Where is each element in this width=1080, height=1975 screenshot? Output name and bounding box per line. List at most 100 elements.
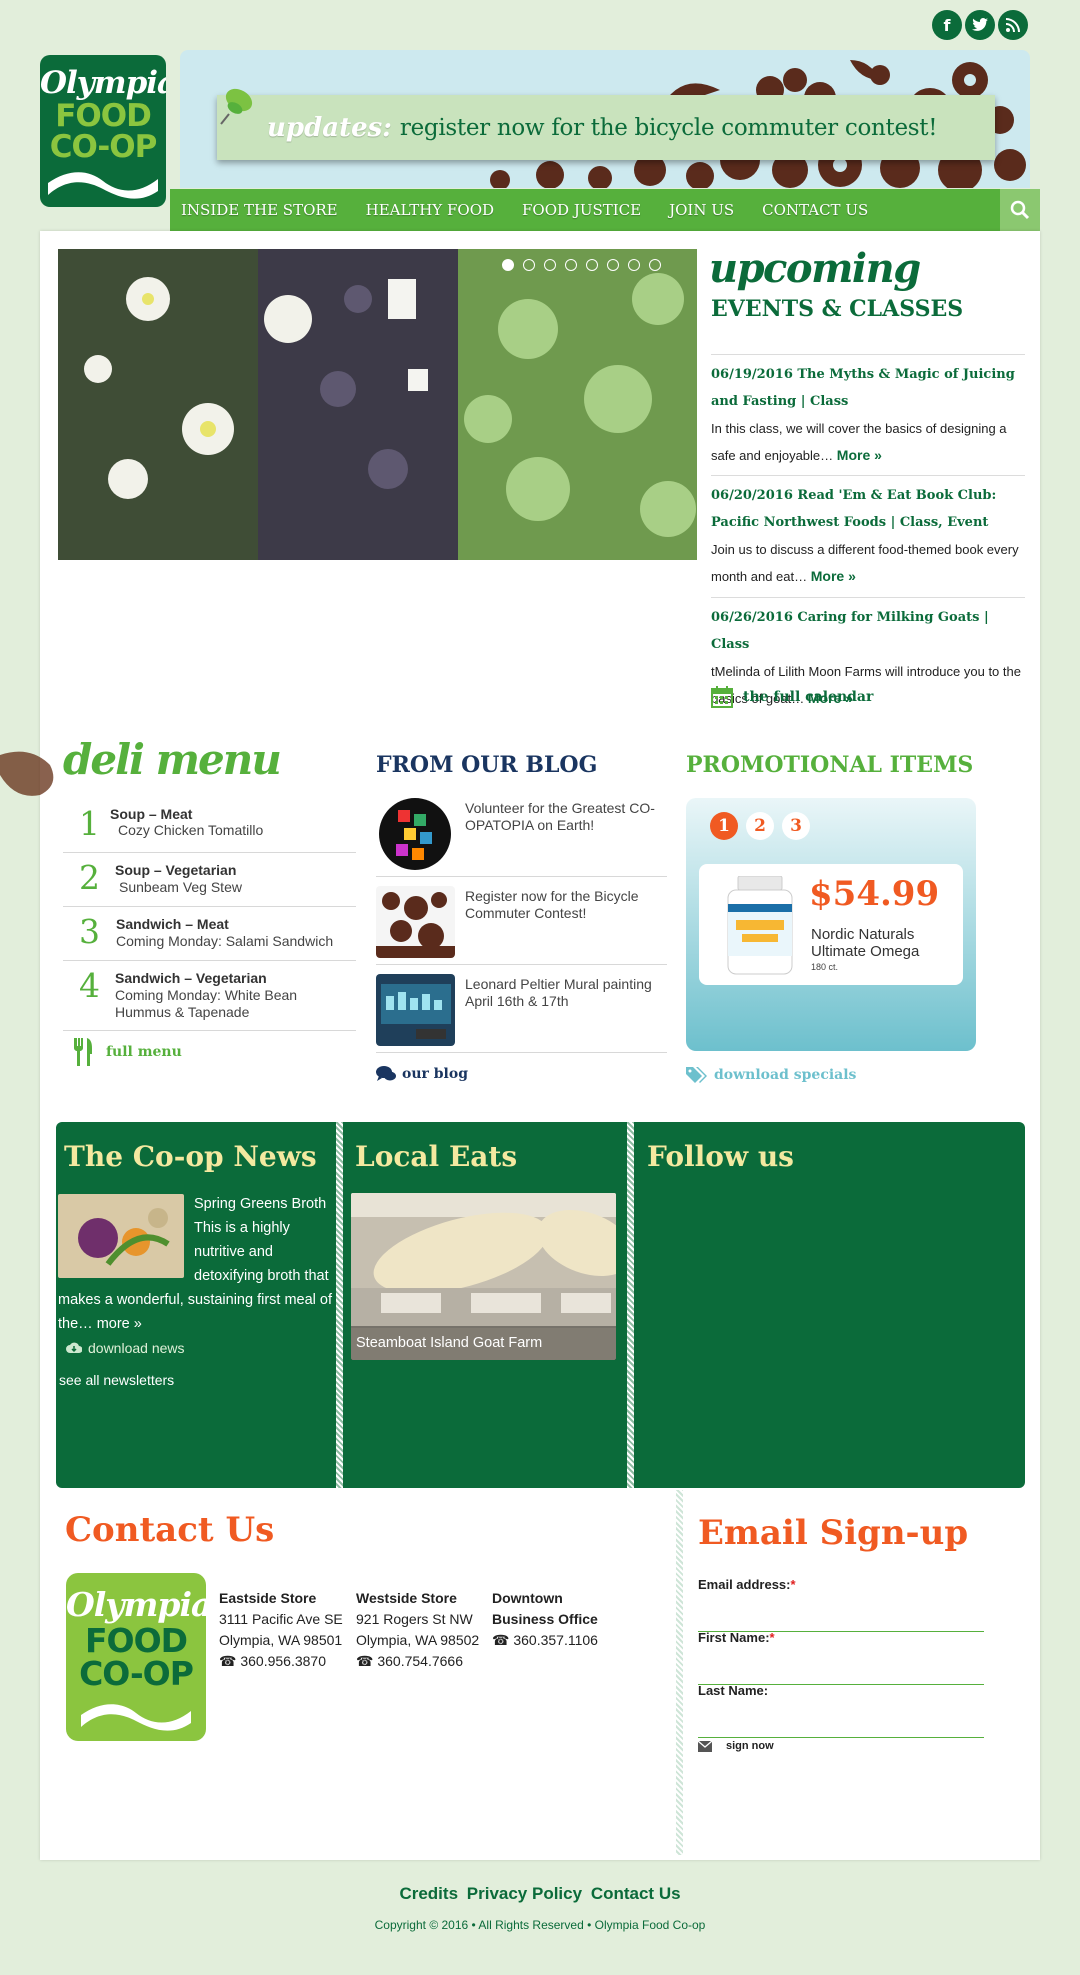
slider-dot[interactable] (502, 259, 514, 271)
slider-dot[interactable] (607, 259, 619, 271)
deli-item-number: 1 (79, 804, 100, 843)
fork-knife-icon (74, 1038, 92, 1066)
footer-link-contact[interactable]: Contact Us (591, 1884, 681, 1903)
promo-product-count: 180 ct. (811, 962, 839, 972)
store-name: Westside Store (356, 1590, 457, 1606)
sign-now-button[interactable]: sign now (698, 1740, 774, 1752)
promo-heading: PROMOTIONAL ITEMS (686, 752, 974, 778)
column-divider (336, 1122, 343, 1488)
event-title[interactable]: 06/26/2016 Caring for Milking Goats | Cl… (711, 604, 1025, 658)
promo-carousel: 1 2 3 $54.99 Nordic Naturals Ultimate Om… (686, 798, 976, 1051)
main-nav: INSIDE THE STORE HEALTHY FOOD FOOD JUSTI… (170, 189, 1000, 231)
store-name: Eastside Store (219, 1590, 317, 1606)
nav-inside-the-store[interactable]: INSIDE THE STORE (181, 201, 338, 219)
nav-food-justice[interactable]: FOOD JUSTICE (522, 201, 641, 219)
blog-item[interactable]: Register now for the Bicycle Commuter Co… (376, 876, 667, 965)
slider-dot[interactable] (649, 259, 661, 271)
blog-item-title[interactable]: Volunteer for the Greatest CO-OPATOPIA o… (465, 800, 665, 834)
slider-dot[interactable] (523, 259, 535, 271)
event-more-link[interactable]: More » (811, 568, 856, 584)
calendar-icon (711, 686, 733, 708)
facebook-icon[interactable]: f (932, 10, 962, 40)
email-label: Email address:* (698, 1577, 796, 1592)
hero-slider[interactable] (58, 249, 697, 560)
promo-product-name: Nordic Naturals Ultimate Omega (811, 926, 920, 960)
store-address-line: 3111 Pacific Ave SE (219, 1611, 343, 1627)
store-phone[interactable]: 360.754.7666 (377, 1653, 463, 1669)
deli-item-name: Cozy Chicken Tomatillo (118, 822, 264, 838)
pushpin-icon (220, 88, 253, 125)
deli-item-category: Soup – Vegetarian (115, 862, 237, 878)
local-eats-caption[interactable]: Steamboat Island Goat Farm (351, 1326, 616, 1360)
event-title[interactable]: 06/19/2016 The Myths & Magic of Juicing … (711, 361, 1025, 415)
store-downtown-office: Downtown Business Office ☎ 360.357.1106 (492, 1588, 610, 1651)
rss-icon[interactable] (998, 10, 1028, 40)
nav-join-us[interactable]: JOIN US (669, 201, 734, 219)
contact-heading: Contact Us (65, 1510, 275, 1550)
footer-link-credits[interactable]: Credits (399, 1884, 458, 1903)
updates-text[interactable]: register now for the bicycle commuter co… (400, 115, 938, 141)
see-all-newsletters-link[interactable]: see all newsletters (59, 1372, 174, 1388)
column-divider (627, 1122, 634, 1488)
download-news-link[interactable]: download news (66, 1340, 185, 1356)
news-more-link[interactable]: more » (97, 1316, 142, 1332)
event-item: 06/20/2016 Read 'Em & Eat Book Club: Pac… (711, 475, 1025, 590)
blog-thumbnail (376, 798, 455, 870)
promo-product-card[interactable]: $54.99 Nordic Naturals Ultimate Omega 18… (699, 864, 963, 985)
slider-dot[interactable] (544, 259, 556, 271)
full-calendar-link[interactable]: the full calendar (711, 686, 873, 708)
envelope-icon (698, 1740, 712, 1752)
event-description: Join us to discuss a different food-them… (711, 542, 1019, 584)
column-divider (676, 1490, 683, 1855)
deli-item-number: 2 (79, 858, 100, 897)
promo-page-2[interactable]: 2 (746, 812, 774, 840)
upcoming-heading: upcoming (709, 245, 921, 292)
download-specials-label: download specials (714, 1067, 857, 1083)
footer-link-privacy[interactable]: Privacy Policy (467, 1884, 582, 1903)
search-icon (1010, 200, 1030, 220)
updates-label: updates: (267, 112, 392, 143)
download-specials-link[interactable]: download specials (686, 1066, 856, 1084)
first-name-field[interactable] (698, 1658, 984, 1685)
sign-now-label: sign now (726, 1740, 774, 1752)
product-bottle-image (727, 876, 793, 975)
event-title[interactable]: 06/20/2016 Read 'Em & Eat Book Club: Pac… (711, 482, 1025, 536)
our-blog-link[interactable]: our blog (376, 1066, 468, 1082)
store-phone[interactable]: 360.956.3870 (240, 1653, 326, 1669)
promo-page-1[interactable]: 1 (710, 812, 738, 840)
store-phone[interactable]: 360.357.1106 (513, 1632, 598, 1648)
deli-item: 4 Sandwich – Vegetarian Coming Monday: W… (63, 960, 356, 1031)
coop-news-heading: The Co-op News (64, 1140, 317, 1173)
blog-item[interactable]: Volunteer for the Greatest CO-OPATOPIA o… (376, 788, 667, 877)
last-name-field[interactable] (698, 1711, 984, 1738)
news-title[interactable]: Spring Greens Broth (194, 1196, 326, 1212)
slider-dots (502, 259, 661, 271)
cloud-download-icon (66, 1342, 82, 1353)
slider-dot[interactable] (628, 259, 640, 271)
promo-page-3[interactable]: 3 (782, 812, 810, 840)
blog-item-title[interactable]: Register now for the Bicycle Commuter Co… (465, 888, 665, 922)
slider-dot[interactable] (586, 259, 598, 271)
event-more-link[interactable]: More » (837, 447, 882, 463)
updates-bar[interactable]: updates: register now for the bicycle co… (217, 95, 995, 160)
follow-us-heading: Follow us (647, 1140, 794, 1173)
phone-icon: ☎ (492, 1632, 510, 1648)
deli-item-name: Sunbeam Veg Stew (119, 879, 242, 895)
twitter-icon[interactable] (965, 10, 995, 40)
deli-item-number: 4 (79, 966, 100, 1005)
social-links: f (932, 10, 1028, 40)
blog-item-title[interactable]: Leonard Peltier Mural painting April 16t… (465, 976, 665, 1010)
nav-healthy-food[interactable]: HEALTHY FOOD (366, 201, 494, 219)
slider-dot[interactable] (565, 259, 577, 271)
promo-price: $54.99 (809, 874, 940, 914)
site-logo[interactable]: Olympia FOOD CO-OP (40, 55, 166, 207)
blog-item[interactable]: Leonard Peltier Mural painting April 16t… (376, 964, 667, 1053)
email-field[interactable] (698, 1605, 984, 1632)
search-button[interactable] (1000, 189, 1040, 231)
logo-line-2: FOOD (84, 1621, 188, 1660)
copyright: Copyright © 2016 • All Rights Reserved •… (374, 1918, 706, 1932)
full-menu-link[interactable]: full menu (72, 1038, 182, 1066)
footer-links: Credits Privacy Policy Contact Us (0, 1884, 1080, 1904)
footer-logo: Olympia FOOD CO-OP (66, 1573, 206, 1741)
nav-contact-us[interactable]: CONTACT US (762, 201, 868, 219)
